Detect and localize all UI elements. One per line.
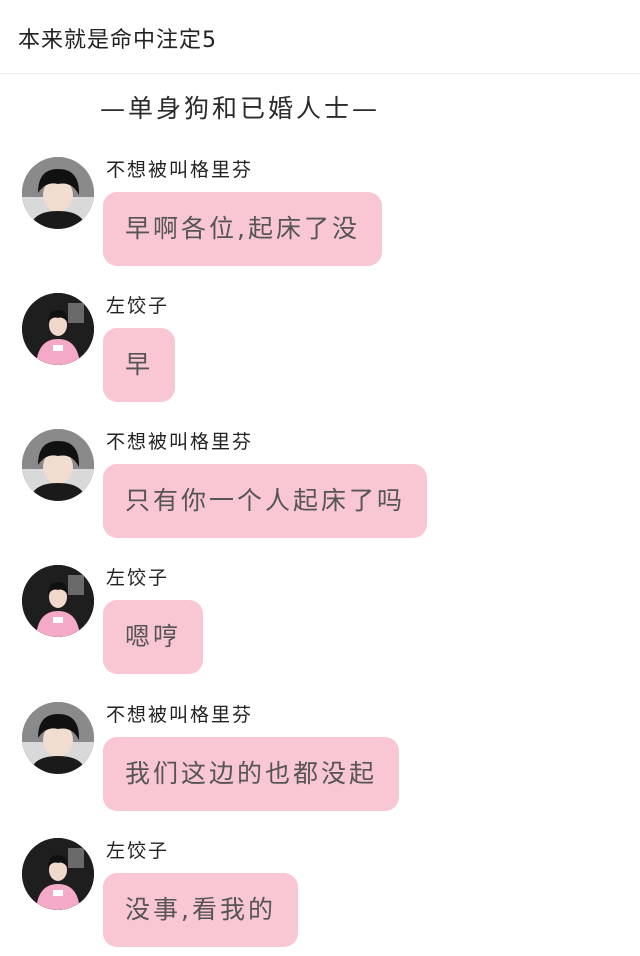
message-bubble[interactable]: 只有你一个人起床了吗 <box>103 464 428 538</box>
sender-name: 左饺子 <box>106 840 170 862</box>
chat-subtitle: —单身狗和已婚人士— <box>100 94 381 123</box>
user-avatar-black-hair-icon[interactable] <box>22 702 94 774</box>
sender-name: 左饺子 <box>106 295 170 317</box>
user-avatar-pink-shirt-icon[interactable] <box>22 293 94 365</box>
page-title: 本来就是命中注定5 <box>18 28 217 53</box>
sender-name: 不想被叫格里芬 <box>106 431 254 453</box>
message-bubble[interactable]: 嗯哼 <box>103 600 204 674</box>
sender-name: 不想被叫格里芬 <box>106 159 254 181</box>
sender-name: 不想被叫格里芬 <box>106 704 254 726</box>
message-bubble[interactable]: 没事,看我的 <box>103 873 298 947</box>
user-avatar-black-hair-icon[interactable] <box>22 157 94 229</box>
message-bubble[interactable]: 早啊各位,起床了没 <box>103 192 382 266</box>
message-bubble[interactable]: 我们这边的也都没起 <box>103 737 400 811</box>
user-avatar-pink-shirt-icon[interactable] <box>22 565 94 637</box>
top-bar: 本来就是命中注定5 <box>0 0 640 74</box>
message-bubble[interactable]: 早 <box>103 328 176 402</box>
user-avatar-pink-shirt-icon[interactable] <box>22 838 94 910</box>
sender-name: 左饺子 <box>106 567 170 589</box>
user-avatar-black-hair-icon[interactable] <box>22 429 94 501</box>
